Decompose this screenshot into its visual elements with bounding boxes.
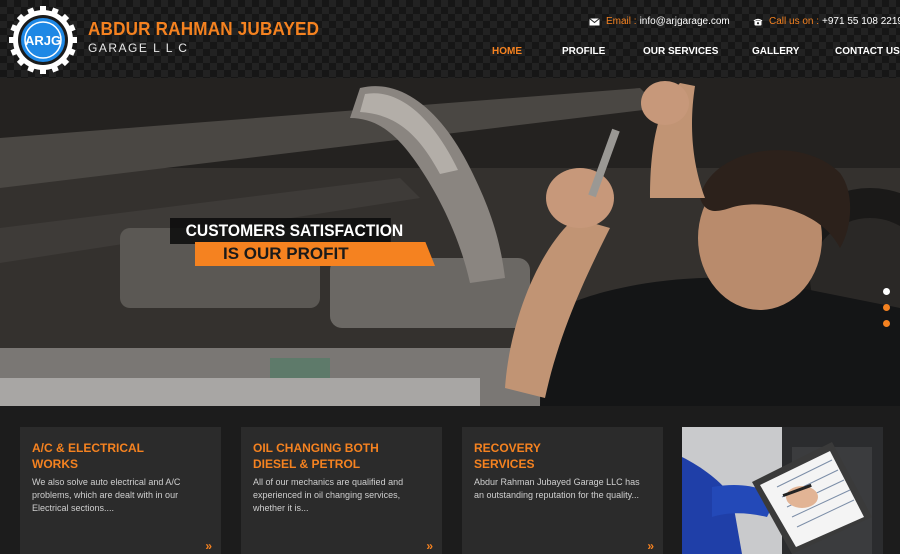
nav-profile[interactable]: PROFILE — [562, 46, 605, 57]
tagline-secondary: IS OUR PROFIT — [195, 242, 435, 266]
nav-our-services[interactable]: OUR SERVICES — [643, 46, 718, 57]
service-card-title-line2: SERVICES — [474, 457, 535, 471]
nav-contact-us[interactable]: CONTACT US — [835, 46, 900, 57]
service-card-title-line1: A/C & ELECTRICAL — [32, 441, 144, 455]
service-card-text: We also solve auto electrical and A/C pr… — [32, 477, 181, 513]
email-label: Email : — [606, 16, 637, 27]
phone-label: Call us on : — [769, 16, 820, 27]
double-chevron-right-icon[interactable]: » — [205, 539, 211, 553]
nav-home[interactable]: HOME — [492, 46, 522, 57]
hero-tagline: CUSTOMERS SATISFACTION IS OUR PROFIT — [170, 218, 440, 268]
phone-contact[interactable]: Call us on : +971 55 108 2219 — [753, 16, 900, 27]
services-section: A/C & ELECTRICAL WORKS We also solve aut… — [0, 406, 900, 554]
tagline-primary: CUSTOMERS SATISFACTION — [170, 218, 403, 244]
phone-icon — [753, 18, 763, 26]
service-card-oil-changing[interactable]: OIL CHANGING BOTH DIESEL & PETROL All of… — [241, 427, 442, 554]
brand-name[interactable]: ABDUR RAHMAN JUBAYED — [88, 19, 319, 40]
phone-value[interactable]: +971 55 108 2219 — [822, 16, 900, 27]
double-chevron-right-icon[interactable]: » — [647, 539, 653, 553]
hero-slider: CUSTOMERS SATISFACTION IS OUR PROFIT — [0, 78, 900, 406]
slide-dot-2[interactable] — [883, 304, 890, 311]
nav-gallery[interactable]: GALLERY — [752, 46, 799, 57]
site-header: ARJG ABDUR RAHMAN JUBAYED GARAGE L L C E… — [0, 0, 900, 78]
email-contact[interactable]: Email : info@arjgarage.com — [589, 16, 730, 27]
hero-image — [0, 78, 900, 406]
double-chevron-right-icon[interactable]: » — [426, 539, 432, 553]
slide-dot-3[interactable] — [883, 320, 890, 327]
service-card-title-line2: WORKS — [32, 457, 78, 471]
service-card-title: RECOVERY SERVICES — [474, 440, 654, 472]
service-card-text: Abdur Rahman Jubayed Garage LLC has an o… — [474, 477, 640, 500]
service-card-ac-electrical[interactable]: A/C & ELECTRICAL WORKS We also solve aut… — [20, 427, 221, 554]
service-card-title: A/C & ELECTRICAL WORKS — [32, 440, 212, 472]
main-nav: HOME PROFILE OUR SERVICES GALLERY CONTAC… — [0, 46, 900, 60]
envelope-icon — [589, 17, 600, 25]
service-card-title-line1: OIL CHANGING BOTH — [253, 441, 379, 455]
service-card-title: OIL CHANGING BOTH DIESEL & PETROL — [253, 440, 433, 472]
slide-dot-1[interactable] — [883, 288, 890, 295]
service-card-recovery[interactable]: RECOVERY SERVICES Abdur Rahman Jubayed G… — [462, 427, 663, 554]
service-card-text: All of our mechanics are qualified and e… — [253, 477, 404, 513]
logo[interactable]: ARJG — [9, 6, 77, 74]
inspection-photo — [682, 427, 883, 554]
service-card-title-line1: RECOVERY — [474, 441, 541, 455]
service-card-title-line2: DIESEL & PETROL — [253, 457, 361, 471]
email-value[interactable]: info@arjgarage.com — [640, 16, 730, 27]
mechanic-clipboard-image — [682, 427, 883, 554]
